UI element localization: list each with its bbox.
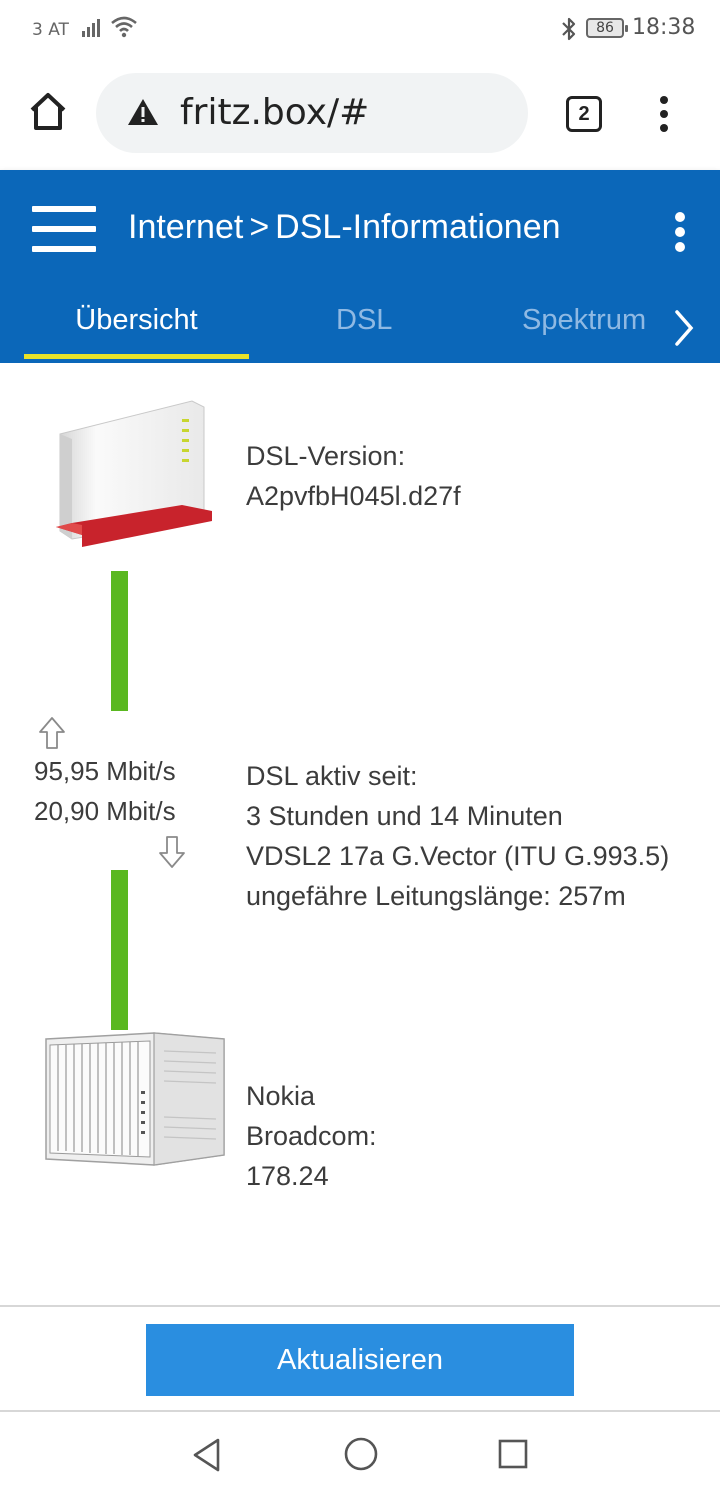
- dslam-vendor: Nokia: [246, 1081, 316, 1111]
- app-more-icon[interactable]: [668, 210, 692, 252]
- home-circle-icon[interactable]: [343, 1436, 379, 1472]
- line-info: DSL aktiv seit: 3 Stunden und 14 Minuten…: [246, 756, 669, 916]
- chevron-right-icon[interactable]: [672, 308, 696, 348]
- breadcrumb-current: DSL-Informationen: [275, 208, 561, 246]
- line-status-bar: [111, 870, 128, 1030]
- recents-icon[interactable]: [497, 1438, 529, 1470]
- dot: [660, 124, 668, 132]
- dot: [675, 242, 685, 252]
- menu-bar: [32, 246, 96, 252]
- downstream-rate: 95,95 Mbit/s: [34, 756, 176, 786]
- menu-bar: [32, 206, 96, 212]
- menu-bar: [32, 226, 96, 232]
- tab-uebersicht[interactable]: Übersicht: [24, 304, 249, 337]
- dsl-version-label: DSL-Version:: [246, 441, 406, 471]
- url-text[interactable]: fritz.box/#: [180, 92, 369, 133]
- arrow-down-icon: [159, 836, 185, 868]
- address-bar[interactable]: fritz.box/#: [96, 73, 528, 153]
- breadcrumb: Internet > DSL-Informationen: [128, 208, 561, 247]
- tab-spektrum[interactable]: Spektrum: [522, 304, 646, 337]
- tabs-icon[interactable]: 2: [566, 96, 602, 132]
- line-status-bar: [111, 571, 128, 711]
- line-length: ungefähre Leitungslänge: 257m: [246, 881, 626, 911]
- carrier-label: 3 AT: [32, 20, 69, 40]
- dot: [660, 110, 668, 118]
- wifi-icon: [111, 16, 137, 38]
- router-icon: [56, 400, 212, 547]
- app-header: Internet > DSL-Informationen Übersicht DSL…: [0, 170, 720, 363]
- breadcrumb-parent[interactable]: Internet: [128, 208, 243, 246]
- dsl-version-value: A2pvfbH045l.d27f: [246, 481, 461, 511]
- home-icon[interactable]: [24, 88, 72, 136]
- tab-bar: Übersicht DSL Spektrum: [0, 288, 720, 363]
- dot: [675, 227, 685, 237]
- battery-level: 86: [596, 20, 614, 36]
- hamburger-menu-icon[interactable]: [32, 204, 96, 254]
- signal-icon: [82, 19, 100, 37]
- refresh-button[interactable]: Aktualisieren: [146, 1324, 574, 1396]
- status-bar: 3 AT 86 18:38: [0, 0, 720, 58]
- upstream-rate: 20,90 Mbit/s: [34, 796, 176, 826]
- footer: Aktualisieren: [0, 1305, 720, 1410]
- tab-dsl[interactable]: DSL: [336, 304, 392, 337]
- line-standard: VDSL2 17a G.Vector (ITU G.993.5): [246, 841, 670, 871]
- bluetooth-icon: [562, 17, 576, 41]
- browser-toolbar: fritz.box/# 2: [0, 58, 720, 170]
- dslam-info: Nokia Broadcom: 178.24: [246, 1076, 377, 1196]
- clock: 18:38: [632, 15, 696, 40]
- dsl-overview: DSL-Version: A2pvfbH045l.d27f 95,95 Mbit…: [0, 363, 720, 1305]
- line-info-label: DSL aktiv seit:: [246, 761, 418, 791]
- dslam-icon: [45, 1032, 225, 1166]
- line-uptime: 3 Stunden und 14 Minuten: [246, 801, 563, 831]
- system-nav-bar: [0, 1410, 720, 1496]
- dslam-chipset-label: Broadcom:: [246, 1121, 377, 1151]
- dot: [660, 96, 668, 104]
- dsl-version-info: DSL-Version: A2pvfbH045l.d27f: [246, 436, 461, 516]
- warning-icon[interactable]: [126, 97, 160, 127]
- tab-count: 2: [578, 103, 590, 125]
- battery-icon: 86: [586, 18, 628, 38]
- back-icon[interactable]: [190, 1436, 224, 1474]
- more-vert-icon[interactable]: [652, 94, 676, 134]
- dslam-chipset-version: 178.24: [246, 1161, 329, 1191]
- active-tab-indicator: [24, 354, 249, 359]
- dot: [675, 212, 685, 222]
- breadcrumb-separator: >: [249, 208, 270, 246]
- arrow-up-icon: [39, 717, 65, 749]
